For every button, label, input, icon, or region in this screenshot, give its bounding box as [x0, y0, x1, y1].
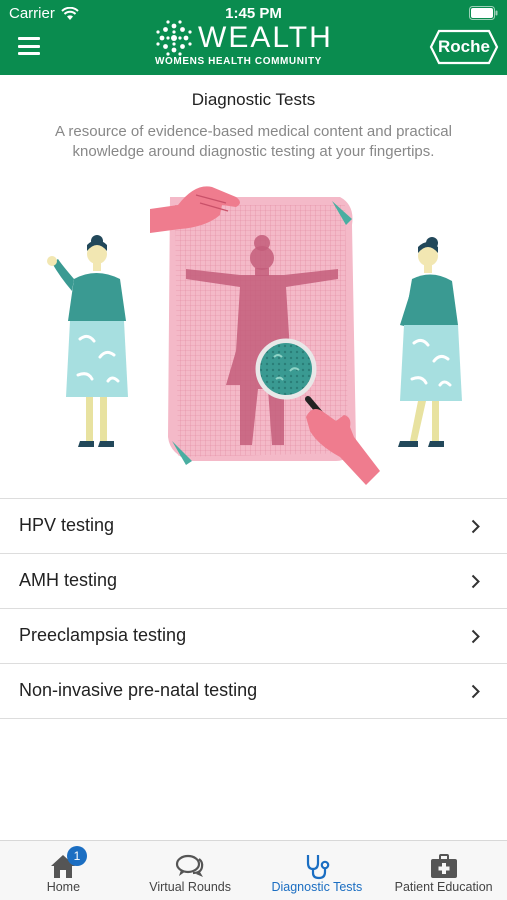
chat-bubbles-icon	[176, 854, 204, 877]
tab-label: Virtual Rounds	[149, 880, 231, 894]
diagnostic-tests-list: HPV testing AMH testing Preeclampsia tes…	[0, 498, 507, 719]
list-item-label: Preeclampsia testing	[19, 625, 187, 645]
chevron-right-icon	[471, 519, 480, 534]
tab-home[interactable]: 1 Home	[0, 841, 127, 900]
list-item-hpv-testing[interactable]: HPV testing	[0, 499, 507, 554]
tab-label: Patient Education	[394, 880, 493, 894]
page-title: Diagnostic Tests	[191, 90, 316, 109]
list-item-amh-testing[interactable]: AMH testing	[0, 554, 507, 609]
chevron-right-icon	[471, 574, 480, 589]
logo-tagline: WOMENS HEALTH COMMUNITY	[155, 56, 322, 67]
battery-icon	[469, 6, 498, 20]
list-item-label: Non-invasive pre-natal testing	[19, 680, 258, 700]
tab-patient-education[interactable]: Patient Education	[380, 841, 507, 900]
stethoscope-icon	[306, 855, 330, 880]
logo-wordmark: WEALTH	[198, 21, 333, 54]
menu-button[interactable]	[18, 37, 40, 55]
tab-virtual-rounds[interactable]: Virtual Rounds	[127, 841, 254, 900]
app-logo: WEALTH WOMENS HEALTH COMMUNITY	[154, 18, 340, 70]
dandelion-icon	[156, 20, 192, 56]
list-item-preeclampsia-testing[interactable]: Preeclampsia testing	[0, 609, 507, 664]
chevron-right-icon	[471, 684, 480, 699]
app-header: Carrier 1:45 PM WEALTH WOMENS HEALTH COM…	[0, 0, 507, 75]
list-item-label: AMH testing	[19, 570, 118, 590]
menu-bar-icon	[18, 37, 40, 40]
tab-diagnostic-tests[interactable]: Diagnostic Tests	[254, 841, 381, 900]
roche-label: Roche	[438, 37, 490, 56]
notification-badge: 1	[67, 846, 87, 866]
bottom-tab-bar: 1 Home Virtual Rounds Diagnostic Tests P…	[0, 840, 507, 900]
list-item-label: HPV testing	[19, 515, 115, 535]
list-item-nipt[interactable]: Non-invasive pre-natal testing	[0, 664, 507, 719]
page-subtitle: A resource of evidence-based medical con…	[55, 123, 452, 160]
roche-logo-button[interactable]: Roche	[429, 29, 499, 65]
woman-left	[47, 235, 128, 447]
chevron-right-icon	[471, 629, 480, 644]
menu-bar-icon	[18, 44, 40, 48]
tab-label: Diagnostic Tests	[271, 880, 363, 894]
medical-kit-icon	[430, 854, 457, 878]
diagnostic-illustration	[47, 186, 462, 485]
menu-bar-icon	[18, 52, 40, 55]
woman-right	[398, 237, 462, 447]
tab-label: Home	[46, 880, 81, 894]
